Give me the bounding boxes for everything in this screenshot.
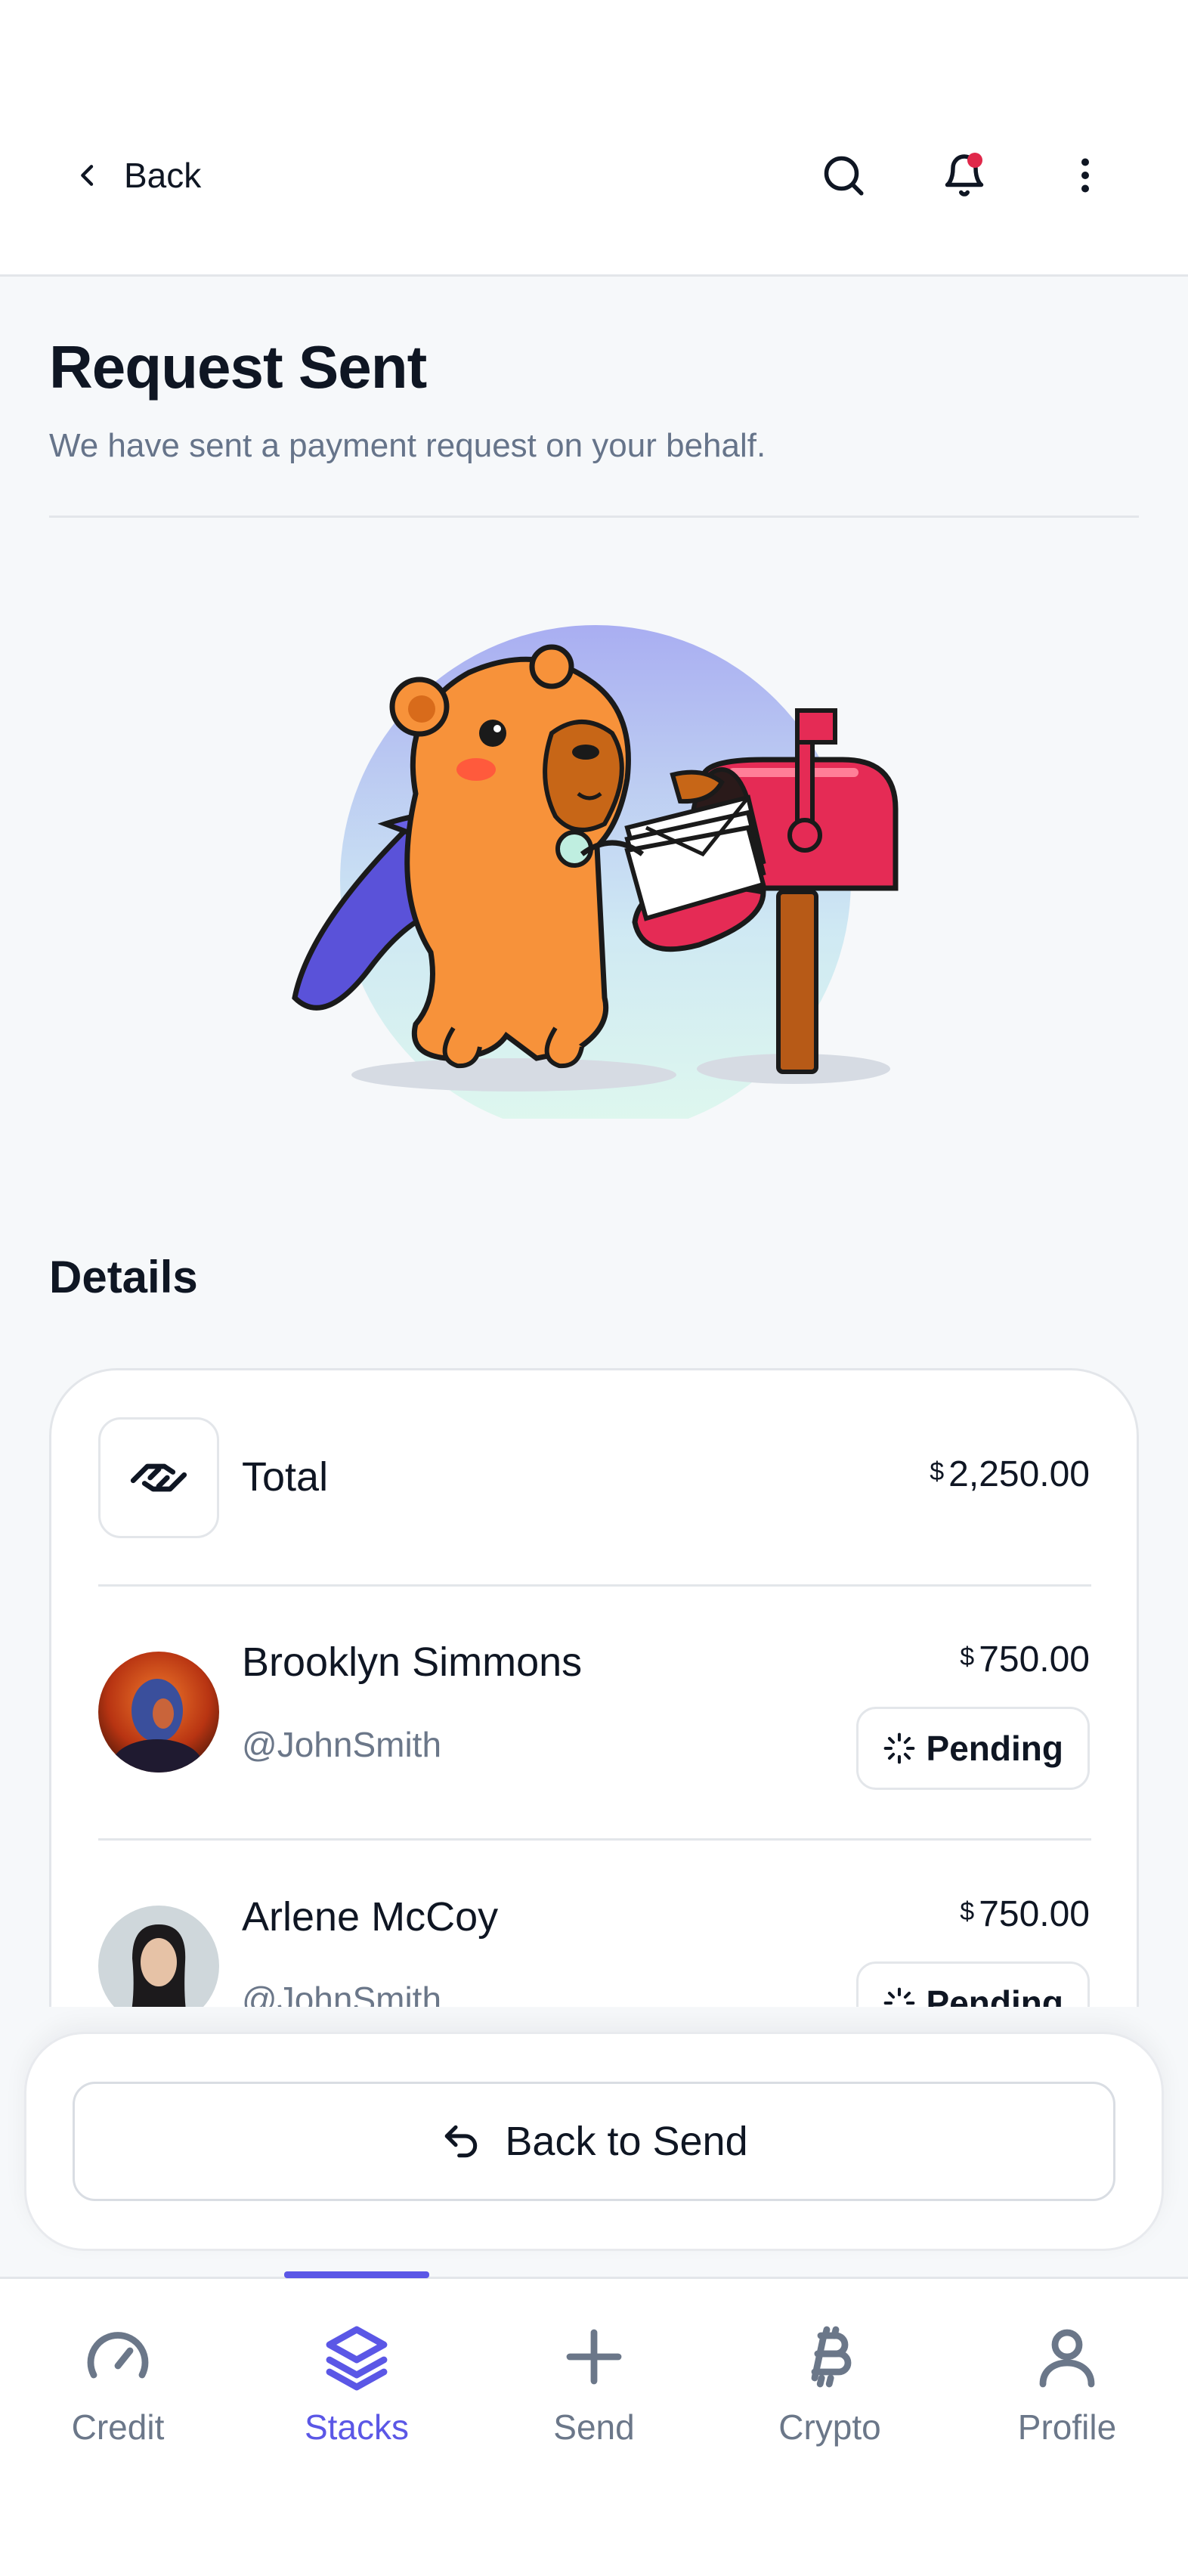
status-label: Pending	[926, 1983, 1063, 2007]
recipient-currency: $	[960, 1897, 975, 1926]
header-divider	[49, 516, 1139, 518]
tab-stacks[interactable]: Stacks	[258, 2321, 455, 2472]
recipient-handle: @JohnSmith	[242, 1980, 442, 2007]
tab-profile[interactable]: Profile	[969, 2321, 1165, 2472]
total-amount: $2,250.00	[930, 1454, 1090, 1495]
row-divider	[98, 1838, 1091, 1841]
details-card: Total $2,250.00 Brooklyn Simmons @JohnSm…	[49, 1368, 1139, 2007]
total-currency: $	[930, 1457, 945, 1486]
recipient-handle: @JohnSmith	[242, 1725, 442, 1764]
row-divider	[98, 1584, 1091, 1587]
tab-label: Send	[553, 2407, 635, 2447]
status-badge: Pending	[855, 1961, 1090, 2007]
scroll-content[interactable]: Request Sent We have sent a payment requ…	[0, 0, 1188, 2007]
recipient-amount: $750.00	[960, 1639, 1090, 1680]
back-to-send-button[interactable]: Back to Send	[73, 2082, 1115, 2201]
avatar	[98, 1652, 219, 1773]
recipient-name: Brooklyn Simmons	[242, 1639, 583, 1685]
loader-icon	[883, 1732, 914, 1764]
tab-label: Stacks	[304, 2407, 410, 2447]
gauge-icon	[87, 2332, 149, 2379]
handshake-icon	[130, 1463, 187, 1492]
tab-send[interactable]: Send	[496, 2321, 692, 2472]
avatar	[98, 1906, 219, 2007]
avatar-arlene-image	[98, 1906, 219, 2007]
recipient-amount: $750.00	[960, 1893, 1090, 1935]
bitcoin-icon	[811, 2326, 852, 2388]
back-to-send-label: Back to Send	[505, 2119, 748, 2164]
recipient-name: Arlene McCoy	[242, 1894, 499, 1940]
status-label: Pending	[926, 1729, 1063, 1768]
total-icon-box	[98, 1417, 219, 1538]
status-badge: Pending	[855, 1707, 1090, 1790]
loader-icon	[883, 1987, 914, 2005]
recipient-value: 750.00	[979, 1894, 1090, 1934]
page-subtitle: We have sent a payment request on your b…	[49, 427, 766, 464]
tab-label: Credit	[71, 2407, 165, 2447]
page-title: Request Sent	[49, 333, 427, 401]
undo-icon	[445, 2125, 478, 2158]
tab-crypto[interactable]: Crypto	[732, 2321, 928, 2472]
plus-icon	[566, 2329, 622, 2385]
active-tab-indicator	[284, 2271, 429, 2278]
tab-credit[interactable]: Credit	[20, 2321, 216, 2472]
recipient-currency: $	[960, 1643, 975, 1671]
details-heading: Details	[49, 1252, 198, 1302]
capybara-mailbox-illustration	[292, 625, 899, 1119]
tab-label: Profile	[1017, 2407, 1117, 2447]
total-label: Total	[242, 1454, 329, 1500]
total-value: 2,250.00	[948, 1454, 1090, 1494]
avatar-brooklyn-image	[98, 1652, 219, 1773]
tab-label: Crypto	[778, 2407, 881, 2447]
layers-icon	[326, 2326, 388, 2391]
user-icon	[1039, 2329, 1095, 2388]
recipient-value: 750.00	[979, 1639, 1090, 1680]
